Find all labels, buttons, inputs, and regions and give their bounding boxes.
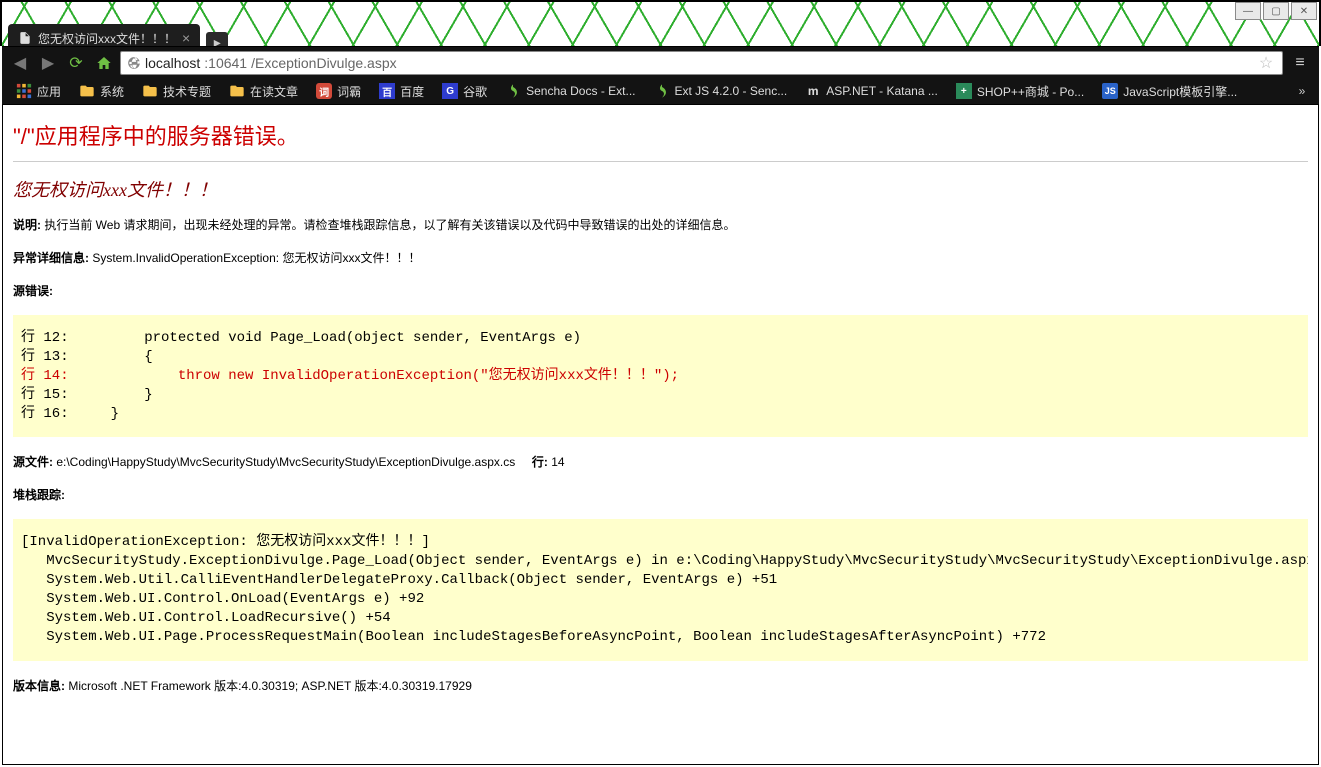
bookmark-label: Ext JS 4.2.0 - Senc... [675,84,788,98]
bookmark-item[interactable]: m ASP.NET - Katana ... [797,80,946,102]
page-icon [18,31,32,45]
google-icon: G [442,83,458,99]
bookmark-label: 词霸 [337,83,361,100]
bookmark-label: Sencha Docs - Ext... [526,84,635,98]
folder-icon [79,83,95,99]
bookmark-item[interactable]: 词词霸 [308,80,369,103]
error-description: 说明: 执行当前 Web 请求期间，出现未经处理的异常。请检查堆栈跟踪信息，以了… [13,216,1308,233]
error-subheading: 您无权访问xxx文件！！！ [13,172,1308,216]
desc-label: 说明: [13,218,41,232]
exception-details: 异常详细信息: System.InvalidOperationException… [13,249,1308,266]
window-close-button[interactable]: ✕ [1291,2,1317,20]
url-host: localhost [145,55,200,71]
bookmark-label: ASP.NET - Katana ... [826,84,938,98]
bookmark-item[interactable]: Sencha Docs - Ext... [497,80,643,102]
source-file-line: 源文件: e:\Coding\HappyStudy\MvcSecurityStu… [13,453,1308,470]
version-info: 版本信息: Microsoft .NET Framework 版本:4.0.30… [13,677,1308,694]
page-viewport[interactable]: "/"应用程序中的服务器错误。 您无权访问xxx文件！！！ 说明: 执行当前 W… [2,104,1319,765]
exc-label: 异常详细信息: [13,251,89,265]
window-maximize-button[interactable]: ▢ [1263,2,1289,20]
bookmark-item[interactable]: 在读文章 [221,80,306,103]
bookmark-item[interactable]: 百百度 [371,80,432,103]
nav-toolbar: ◀ ▶ ⟳ localhost:10641/ExceptionDivulge.a… [2,46,1319,78]
window-minimize-button[interactable]: — [1235,2,1261,20]
bookmark-item[interactable]: Ext JS 4.2.0 - Senc... [646,80,796,102]
version-text: Microsoft .NET Framework 版本:4.0.30319; A… [68,679,472,693]
bookmark-item[interactable]: JS JavaScript模板引擎... [1094,80,1245,103]
address-bar[interactable]: localhost:10641/ExceptionDivulge.aspx ☆ [120,51,1283,75]
back-button[interactable]: ◀ [8,51,32,75]
version-label: 版本信息: [13,679,65,693]
url-port: :10641 [204,55,247,71]
apps-label: 应用 [37,83,61,100]
shop-icon: + [956,83,972,99]
sencha-icon [505,83,521,99]
bookmark-item[interactable]: 技术专题 [134,80,219,103]
exc-text: System.InvalidOperationException: 您无权访问x… [92,251,420,265]
home-button[interactable] [92,51,116,75]
stack-trace-block: [InvalidOperationException: 您无权访问xxx文件！！… [13,519,1308,660]
forward-button[interactable]: ▶ [36,51,60,75]
bookmark-label: SHOP++商城 - Po... [977,83,1084,100]
js-icon: JS [1102,83,1118,99]
desc-text: 执行当前 Web 请求期间，出现未经处理的异常。请检查堆栈跟踪信息，以了解有关该… [44,218,735,232]
bookmark-star-button[interactable]: ☆ [1256,53,1276,73]
apps-shortcut[interactable]: 应用 [8,80,69,103]
bookmark-item[interactable]: 系统 [71,80,132,103]
bookmark-label: 系统 [100,83,124,100]
bookmark-label: 百度 [400,83,424,100]
folder-icon [229,83,245,99]
bookmarks-overflow-button[interactable]: » [1291,84,1313,98]
site-info-icon[interactable] [127,56,141,70]
bookmark-label: 谷歌 [463,83,487,100]
stack-trace-label: 堆栈跟踪: [13,486,1308,503]
bookmarks-bar: 应用 系统技术专题在读文章词词霸百百度G谷歌Sencha Docs - Ext.… [2,78,1319,104]
window-controls: — ▢ ✕ [1233,2,1317,20]
tab-title: 您无权访问xxx文件！！！ [38,30,176,47]
reload-button[interactable]: ⟳ [64,51,88,75]
source-code-block: 行 12: protected void Page_Load(object se… [13,315,1308,437]
bookmark-label: 技术专题 [163,83,211,100]
source-line-number: 14 [551,455,564,469]
bookmark-label: 在读文章 [250,83,298,100]
tab-close-button[interactable]: × [182,31,190,45]
baidu-icon: 百 [379,83,395,99]
bookmark-label: JavaScript模板引擎... [1123,83,1237,100]
chrome-menu-button[interactable]: ≡ [1287,51,1313,75]
source-file-path: e:\Coding\HappyStudy\MvcSecurityStudy\Mv… [56,455,515,469]
apps-icon [16,83,32,99]
folder-icon [142,83,158,99]
error-heading: "/"应用程序中的服务器错误。 [13,113,1308,159]
source-error-label: 源错误: [13,282,1308,299]
bookmark-item[interactable]: G 谷歌 [434,80,495,103]
error-line: 行 14: throw new InvalidOperationExceptio… [21,368,679,384]
source-file-label: 源文件: [13,455,53,469]
aspnet-icon: m [805,83,821,99]
bookmark-item[interactable]: + SHOP++商城 - Po... [948,80,1092,103]
source-line-label: 行: [532,455,548,469]
url-path: /ExceptionDivulge.aspx [251,55,397,71]
error-page: "/"应用程序中的服务器错误。 您无权访问xxx文件！！！ 说明: 执行当前 W… [3,105,1318,750]
sencha-icon [654,83,670,99]
ciba-icon: 词 [316,83,332,99]
divider [13,161,1308,162]
